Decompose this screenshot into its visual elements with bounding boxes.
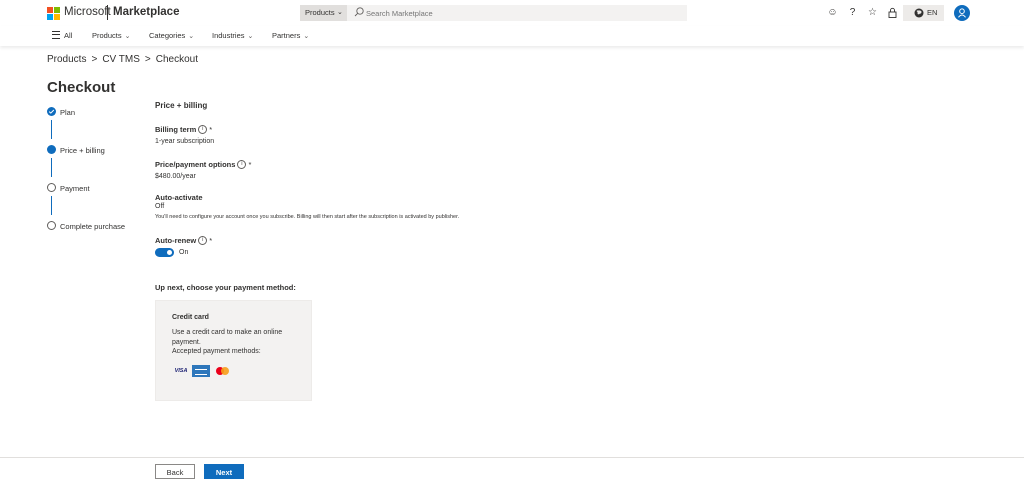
empty-circle-icon xyxy=(47,221,56,230)
category-nav: All Products ⌄ Categories ⌄ Industries ⌄ Pa… xyxy=(0,26,1024,46)
required-marker: * xyxy=(209,236,213,245)
help-icon[interactable]: ? xyxy=(846,6,859,19)
breadcrumb-cv-tms[interactable]: CV TMS xyxy=(102,54,140,65)
search-bar: Products ⌄ xyxy=(300,5,687,21)
required-marker: * xyxy=(209,125,213,134)
auto-renew-toggle[interactable] xyxy=(155,248,174,257)
breadcrumb-products[interactable]: Products xyxy=(47,54,86,65)
price-options-value: $480.00/year xyxy=(155,173,196,180)
auto-activate-value: Off xyxy=(155,203,165,210)
current-step-dot-icon xyxy=(47,145,56,154)
hamburger-menu-icon xyxy=(52,31,60,40)
info-icon[interactable]: i xyxy=(237,160,247,169)
amex-logo-icon xyxy=(192,365,210,377)
credit-card-description: Use a credit card to make an online paym… xyxy=(172,329,283,346)
step-label: Payment xyxy=(60,184,90,193)
top-header: Microsoft Marketplace Products ⌄ ☺ ? ☆ E… xyxy=(0,0,1024,26)
account-avatar[interactable] xyxy=(954,5,970,21)
step-label: Plan xyxy=(60,108,76,117)
nav-item-label: Industries xyxy=(212,31,245,40)
language-label: EN xyxy=(927,8,938,17)
nav-all-label: All xyxy=(64,31,73,40)
step-label: Price + billing xyxy=(60,146,105,155)
step-connector xyxy=(51,158,52,177)
nav-all-button[interactable]: All xyxy=(52,31,72,40)
nav-partners[interactable]: Partners ⌄ xyxy=(272,31,309,40)
search-scope-dropdown[interactable]: Products ⌄ xyxy=(300,5,347,21)
globe-icon xyxy=(914,8,924,18)
step-connector xyxy=(51,120,52,139)
smiley-icon[interactable]: ☺ xyxy=(826,6,839,19)
footer-divider xyxy=(0,457,1024,458)
breadcrumb-checkout: Checkout xyxy=(155,54,199,65)
price-options-label: Price/payment options i * xyxy=(155,160,251,169)
auto-renew-label-text: Auto-renew xyxy=(155,236,197,245)
credit-card-option[interactable]: Credit card Use a credit card to make an… xyxy=(155,300,312,401)
credit-card-title: Credit card xyxy=(172,314,209,321)
step-connector xyxy=(51,196,52,215)
billing-term-value: 1-year subscription xyxy=(155,138,215,145)
visa-logo-icon: VISA xyxy=(174,368,188,374)
nav-item-label: Categories xyxy=(149,31,186,40)
person-icon xyxy=(958,8,966,18)
breadcrumb: Products > CV TMS > Checkout xyxy=(47,54,198,65)
nav-item-label: Products xyxy=(92,31,122,40)
checkmark-circle-icon xyxy=(47,107,56,116)
accepted-methods-label: Accepted payment methods: xyxy=(172,348,261,355)
nav-item-label: Partners xyxy=(272,31,301,40)
chevron-down-icon: ⌄ xyxy=(247,33,254,40)
chevron-down-icon: ⌄ xyxy=(188,33,195,40)
billing-term-label-text: Billing term xyxy=(155,125,197,134)
auto-activate-label: Auto-activate xyxy=(155,193,203,202)
chevron-down-icon: ⌄ xyxy=(337,9,343,16)
nav-categories[interactable]: Categories ⌄ xyxy=(149,31,194,40)
mastercard-logo-icon xyxy=(214,365,232,377)
lock-icon[interactable] xyxy=(886,6,899,19)
marketplace-title[interactable]: Marketplace xyxy=(113,6,179,18)
microsoft-logo-icon[interactable] xyxy=(47,7,60,20)
language-button[interactable]: EN xyxy=(903,5,944,21)
info-icon[interactable]: i xyxy=(198,236,208,245)
breadcrumb-separator: > xyxy=(144,54,151,65)
brand-name[interactable]: Microsoft xyxy=(64,6,111,18)
search-scope-label: Products xyxy=(305,8,335,17)
search-input[interactable] xyxy=(366,5,666,21)
back-button[interactable]: Back xyxy=(155,464,195,479)
auto-renew-label: Auto-renew i * xyxy=(155,236,212,245)
step-label: Complete purchase xyxy=(60,222,126,231)
breadcrumb-separator: > xyxy=(91,54,98,65)
brand-divider xyxy=(107,5,108,20)
next-button[interactable]: Next xyxy=(204,464,244,479)
empty-circle-icon xyxy=(47,183,56,192)
info-icon[interactable]: i xyxy=(198,125,208,134)
up-next-heading: Up next, choose your payment method: xyxy=(155,283,296,292)
chevron-down-icon: ⌄ xyxy=(303,33,310,40)
favorites-star-icon[interactable]: ☆ xyxy=(866,6,879,19)
auto-activate-note: You'll need to configure your account on… xyxy=(155,214,460,220)
page-title: Checkout xyxy=(47,79,116,96)
auto-renew-toggle-label: On xyxy=(179,249,189,256)
price-options-label-text: Price/payment options xyxy=(155,160,236,169)
billing-term-label: Billing term i * xyxy=(155,125,212,134)
section-title: Price + billing xyxy=(155,101,208,110)
nav-industries[interactable]: Industries ⌄ xyxy=(212,31,253,40)
search-icon xyxy=(354,7,364,17)
chevron-down-icon: ⌄ xyxy=(124,33,131,40)
required-marker: * xyxy=(248,160,252,169)
nav-products[interactable]: Products ⌄ xyxy=(92,31,130,40)
